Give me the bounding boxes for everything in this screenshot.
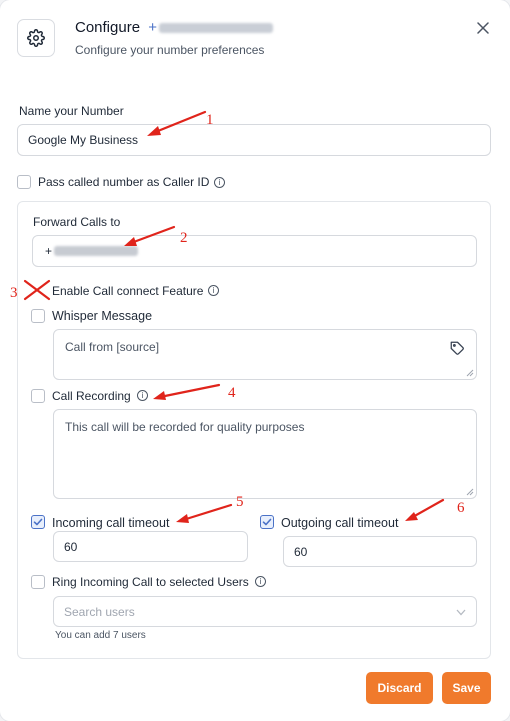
annotation-number-6: 6 — [457, 500, 465, 516]
annotation-arrow-2 — [129, 225, 176, 245]
annotation-arrow-1 — [151, 110, 207, 135]
annotation-arrowhead-1 — [147, 126, 161, 136]
annotation-arrowhead-5 — [176, 514, 189, 523]
annotation-arrow-5 — [181, 503, 233, 522]
annotation-arrow-6 — [409, 498, 445, 520]
annotation-number-3: 3 — [10, 285, 18, 301]
annotation-arrowhead-4 — [153, 391, 166, 400]
annotation-number-5: 5 — [236, 494, 244, 510]
annotation-number-2: 2 — [180, 230, 188, 246]
annotation-number-4: 4 — [228, 385, 236, 401]
annotation-arrowhead-2 — [124, 237, 137, 246]
annotation-arrowhead-6 — [405, 512, 418, 521]
annotation-overlay — [23, 110, 445, 523]
annotation-number-1: 1 — [206, 112, 214, 128]
configure-modal: Configure + Configure your number prefer… — [0, 0, 510, 721]
annotation-arrow-4 — [158, 383, 221, 399]
